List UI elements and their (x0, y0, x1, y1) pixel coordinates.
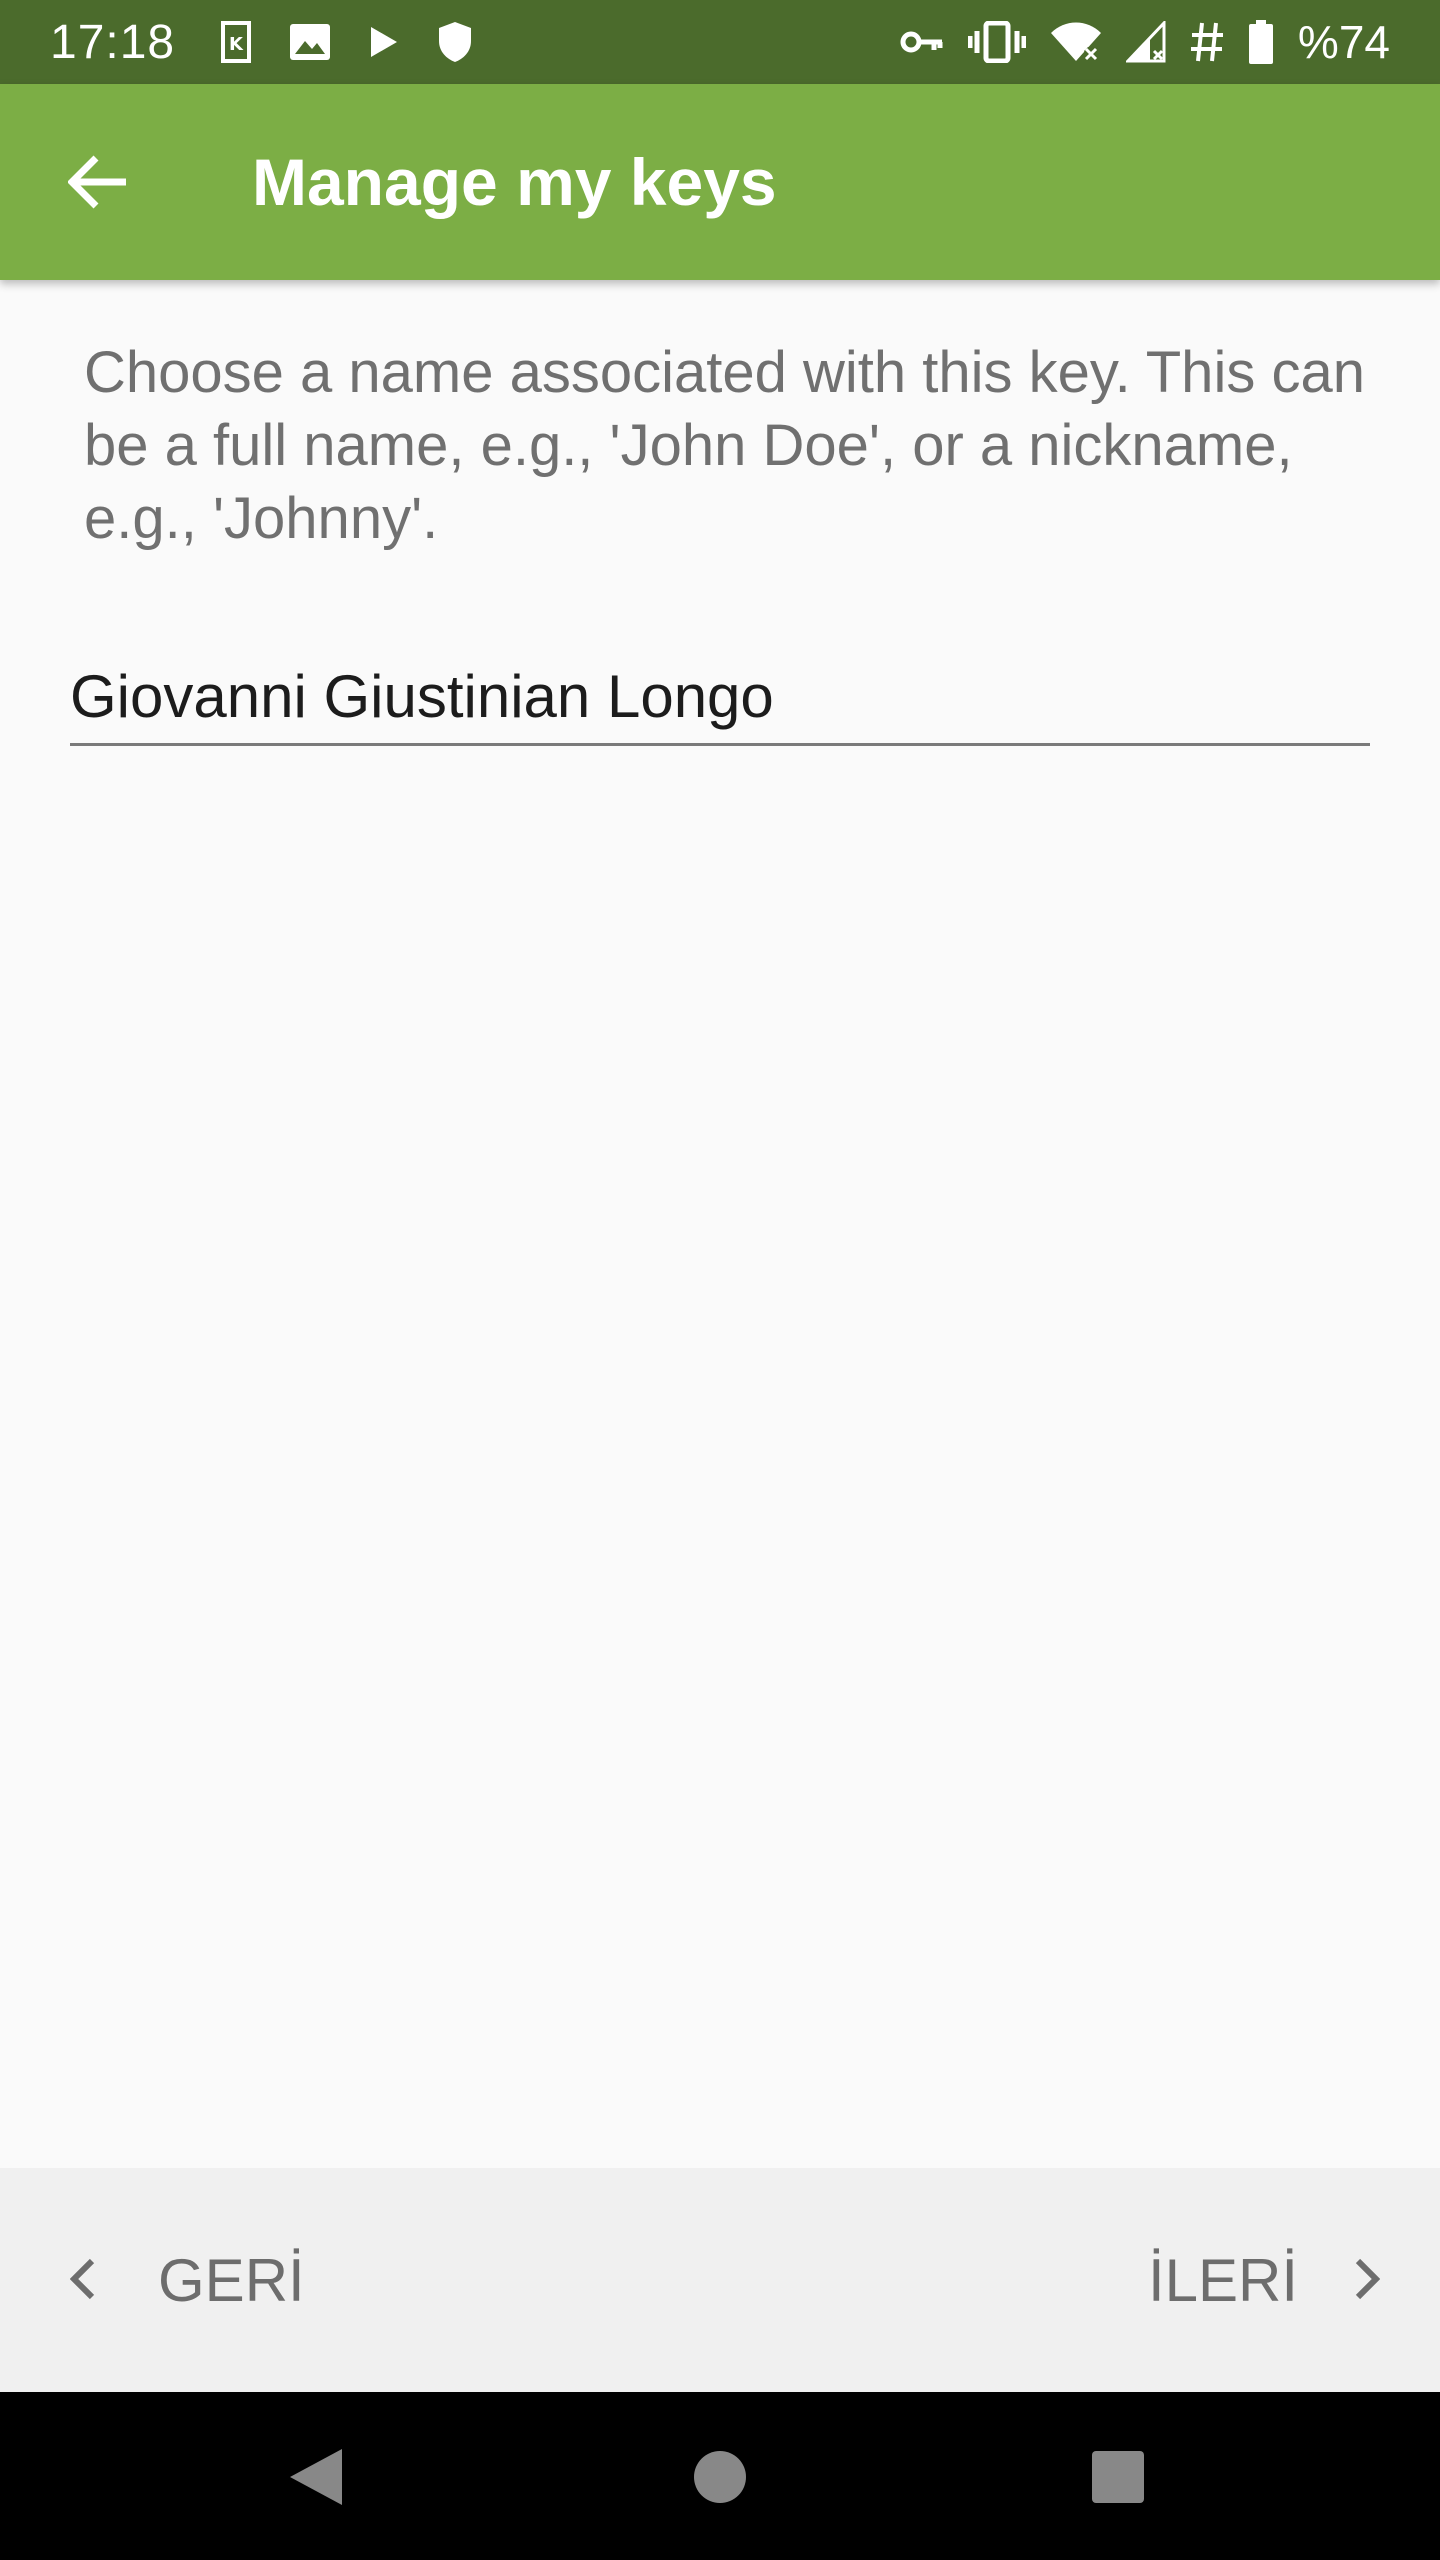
status-left: 17:18 K (50, 15, 511, 70)
back-arrow-button[interactable] (50, 134, 146, 230)
image-icon (289, 23, 331, 61)
circle-home-icon (694, 2451, 746, 2503)
back-button-label: GERİ (158, 2246, 305, 2314)
system-nav-bar (0, 2392, 1440, 2560)
battery-percent: %74 (1297, 16, 1390, 68)
triangle-back-icon (290, 2449, 342, 2505)
page-title: Manage my keys (252, 145, 777, 219)
next-button-label: İLERİ (1147, 2246, 1298, 2314)
wifi-icon (1050, 21, 1102, 63)
vpn-key-icon (900, 28, 944, 56)
app-bar: Manage my keys (0, 84, 1440, 280)
back-button[interactable]: GERİ (69, 2168, 305, 2392)
hash-icon (1190, 21, 1224, 63)
status-right: %74 (900, 15, 1390, 69)
play-icon (369, 25, 399, 59)
keepass-icon: K (221, 21, 252, 63)
name-input[interactable] (70, 650, 1370, 746)
chevron-right-icon (1354, 2246, 1381, 2315)
screen: 17:18 K %74 Manage my keys Choose a name… (0, 0, 1440, 2560)
vibrate-icon (967, 21, 1026, 63)
battery-icon (1248, 20, 1274, 64)
chevron-left-icon (69, 2246, 96, 2315)
nav-home-button[interactable] (680, 2442, 760, 2512)
wizard-bar: GERİ İLERİ (0, 2168, 1440, 2392)
signal-icon (1125, 21, 1166, 63)
status-time: 17:18 (50, 15, 176, 69)
square-recents-icon (1092, 2451, 1144, 2503)
nav-recents-button[interactable] (1078, 2442, 1158, 2512)
svg-text:K: K (229, 34, 244, 55)
arrow-back-icon (68, 155, 126, 209)
next-button[interactable]: İLERİ (1147, 2168, 1381, 2392)
description-text: Choose a name associated with this key. … (84, 340, 1365, 551)
status-bar: 17:18 K %74 (0, 0, 1440, 84)
nav-back-button[interactable] (276, 2442, 356, 2512)
shield-icon (437, 21, 473, 63)
